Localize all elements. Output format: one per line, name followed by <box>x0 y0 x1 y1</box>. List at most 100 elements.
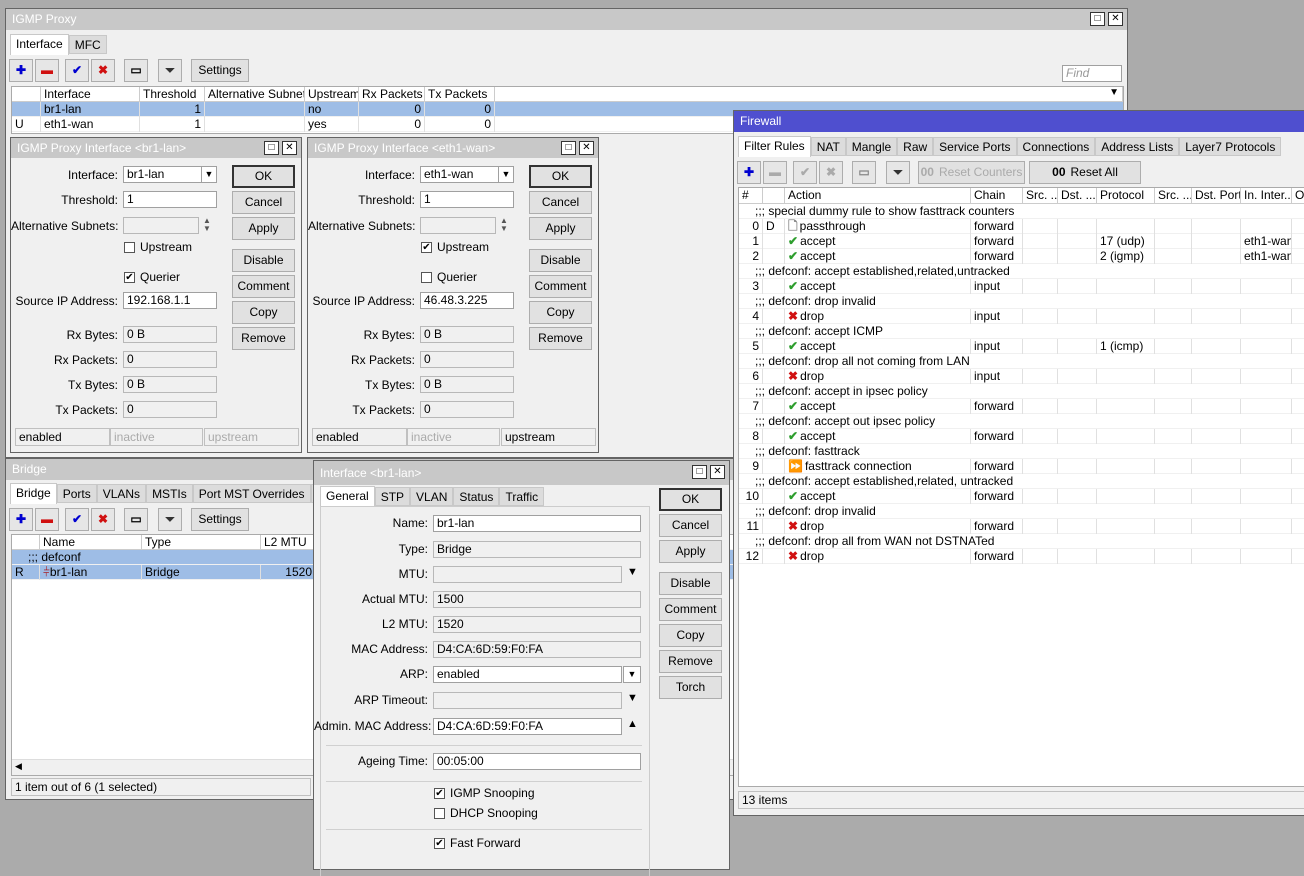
column-header[interactable]: Upstream <box>305 87 359 102</box>
querier-checkbox[interactable]: ✔ <box>124 272 135 283</box>
column-header[interactable]: Chain <box>971 188 1023 204</box>
tab-address-lists[interactable]: Address Lists <box>1095 137 1180 156</box>
interface-select[interactable]: br1-lan <box>123 166 202 183</box>
tab-status[interactable]: Status <box>453 487 500 506</box>
filter-button[interactable]: ⏷ <box>886 161 910 184</box>
ok-button[interactable]: OK <box>529 165 592 188</box>
threshold-input[interactable]: 1 <box>420 191 514 208</box>
source-ip-input[interactable]: 46.48.3.225 <box>420 292 514 309</box>
comment-row[interactable]: ;;; defconf: drop all from WAN not DSTNA… <box>739 534 1304 549</box>
comment-button[interactable]: ▭ <box>852 161 876 184</box>
columns-dropdown-icon[interactable]: ▼ <box>1109 87 1119 98</box>
column-header[interactable]: Src. ... <box>1023 188 1058 204</box>
tab-mfc[interactable]: MFC <box>68 35 107 54</box>
comment-row[interactable]: ;;; defconf: drop invalid <box>739 504 1304 519</box>
comment-row[interactable]: ;;; defconf: accept established,related,… <box>739 264 1304 279</box>
enable-button[interactable]: ✔ <box>793 161 817 184</box>
close-button[interactable]: ✕ <box>282 141 297 155</box>
tab-interface[interactable]: Interface <box>10 34 69 55</box>
remove-button[interactable]: Remove <box>659 650 722 673</box>
column-header[interactable]: Tx Packets <box>425 87 495 102</box>
add-button[interactable]: ✚ <box>737 161 761 184</box>
dhcp-snooping-checkbox[interactable] <box>434 808 445 819</box>
maximize-button[interactable]: □ <box>1090 12 1105 26</box>
remove-button[interactable]: ▬ <box>35 508 59 531</box>
close-button[interactable]: ✕ <box>710 465 725 479</box>
table-row[interactable]: 2 ✔ accept forward 2 (igmp) eth1-wan <box>739 249 1304 264</box>
dropdown-arrow-icon[interactable]: ▼ <box>627 692 638 704</box>
copy-button[interactable]: Copy <box>659 624 722 647</box>
column-header[interactable]: Action <box>785 188 971 204</box>
upstream-checkbox[interactable]: ✔ <box>421 242 432 253</box>
alternative-subnets-input[interactable] <box>123 217 199 234</box>
apply-button[interactable]: Apply <box>529 217 592 240</box>
table-row[interactable]: 7 ✔ accept forward <box>739 399 1304 414</box>
table-row[interactable]: 3 ✔ accept input <box>739 279 1304 294</box>
tab-vlan[interactable]: VLAN <box>410 487 454 506</box>
scroll-left-icon[interactable]: ◀ <box>15 761 22 772</box>
column-header-name[interactable]: Name <box>40 535 142 550</box>
table-row[interactable]: 12 ✖ drop forward <box>739 549 1304 564</box>
source-ip-input[interactable]: 192.168.1.1 <box>123 292 217 309</box>
tab-bridge[interactable]: Bridge <box>10 483 57 504</box>
comment-row[interactable]: ;;; special dummy rule to show fasttrack… <box>739 204 1304 219</box>
expand-arrows-icon[interactable]: ▲ ▼ <box>203 217 211 233</box>
comment-row[interactable]: ;;; defconf: drop invalid <box>739 294 1304 309</box>
tab-ports[interactable]: Ports <box>56 484 97 503</box>
ageing-time-field[interactable]: 00:05:00 <box>433 753 641 770</box>
table-row[interactable]: 4 ✖ drop input <box>739 309 1304 324</box>
column-header[interactable]: # <box>739 188 763 204</box>
column-header[interactable]: Protocol <box>1097 188 1155 204</box>
tab-stp[interactable]: STP <box>374 487 411 506</box>
table-row[interactable]: 10 ✔ accept forward <box>739 489 1304 504</box>
tab-connections[interactable]: Connections <box>1016 137 1096 156</box>
ok-button[interactable]: OK <box>659 488 722 511</box>
tab-layer7-protocols[interactable]: Layer7 Protocols <box>1179 137 1282 156</box>
arp-timeout-field[interactable] <box>433 692 622 709</box>
alternative-subnets-input[interactable] <box>420 217 496 234</box>
remove-button[interactable]: ▬ <box>763 161 787 184</box>
comment-button[interactable]: Comment <box>659 598 722 621</box>
apply-button[interactable]: Apply <box>659 540 722 563</box>
maximize-button[interactable]: □ <box>264 141 279 155</box>
tab-nat[interactable]: NAT <box>810 137 846 156</box>
maximize-button[interactable]: □ <box>692 465 707 479</box>
comment-row[interactable]: ;;; defconf: accept in ipsec policy <box>739 384 1304 399</box>
comment-button[interactable]: ▭ <box>124 59 148 82</box>
copy-button[interactable]: Copy <box>529 301 592 324</box>
column-header[interactable] <box>763 188 785 204</box>
cancel-button[interactable]: Cancel <box>659 514 722 537</box>
upstream-checkbox[interactable] <box>124 242 135 253</box>
filter-button[interactable]: ⏷ <box>158 508 182 531</box>
add-button[interactable]: ✚ <box>9 59 33 82</box>
tab-service-ports[interactable]: Service Ports <box>933 137 1017 156</box>
expand-arrows-icon[interactable]: ▲ ▼ <box>500 217 508 233</box>
cancel-button[interactable]: Cancel <box>529 191 592 214</box>
enable-button[interactable]: ✔ <box>65 59 89 82</box>
column-header[interactable]: Dst. Port <box>1192 188 1241 204</box>
disable-button[interactable]: ✖ <box>819 161 843 184</box>
table-row[interactable]: 1 ✔ accept forward 17 (udp) eth1-wan <box>739 234 1304 249</box>
tab-mstis[interactable]: MSTIs <box>146 484 193 503</box>
dropdown-button[interactable]: ▼ <box>498 166 514 183</box>
comment-row[interactable]: ;;; defconf: accept out ipsec policy <box>739 414 1304 429</box>
remove-button[interactable]: Remove <box>232 327 295 350</box>
admin-mac-address-field[interactable]: D4:CA:6D:59:F0:FA <box>433 718 622 735</box>
tab-filter-rules[interactable]: Filter Rules <box>738 136 811 157</box>
ok-button[interactable]: OK <box>232 165 295 188</box>
settings-button[interactable]: Settings <box>191 508 249 531</box>
comment-row[interactable]: ;;; defconf: fasttrack <box>739 444 1304 459</box>
querier-checkbox[interactable] <box>421 272 432 283</box>
mtu-field[interactable] <box>433 566 622 583</box>
enable-button[interactable]: ✔ <box>65 508 89 531</box>
dropdown-button[interactable]: ▼ <box>201 166 217 183</box>
igmp-snooping-checkbox[interactable]: ✔ <box>434 788 445 799</box>
column-header[interactable]: In. Inter... <box>1241 188 1292 204</box>
column-header[interactable]: Threshold <box>140 87 205 102</box>
comment-row[interactable]: ;;; defconf: drop all not coming from LA… <box>739 354 1304 369</box>
threshold-input[interactable]: 1 <box>123 191 217 208</box>
comment-button[interactable]: ▭ <box>124 508 148 531</box>
remove-button[interactable]: Remove <box>529 327 592 350</box>
collapse-arrow-icon[interactable]: ▲ <box>627 718 638 730</box>
apply-button[interactable]: Apply <box>232 217 295 240</box>
